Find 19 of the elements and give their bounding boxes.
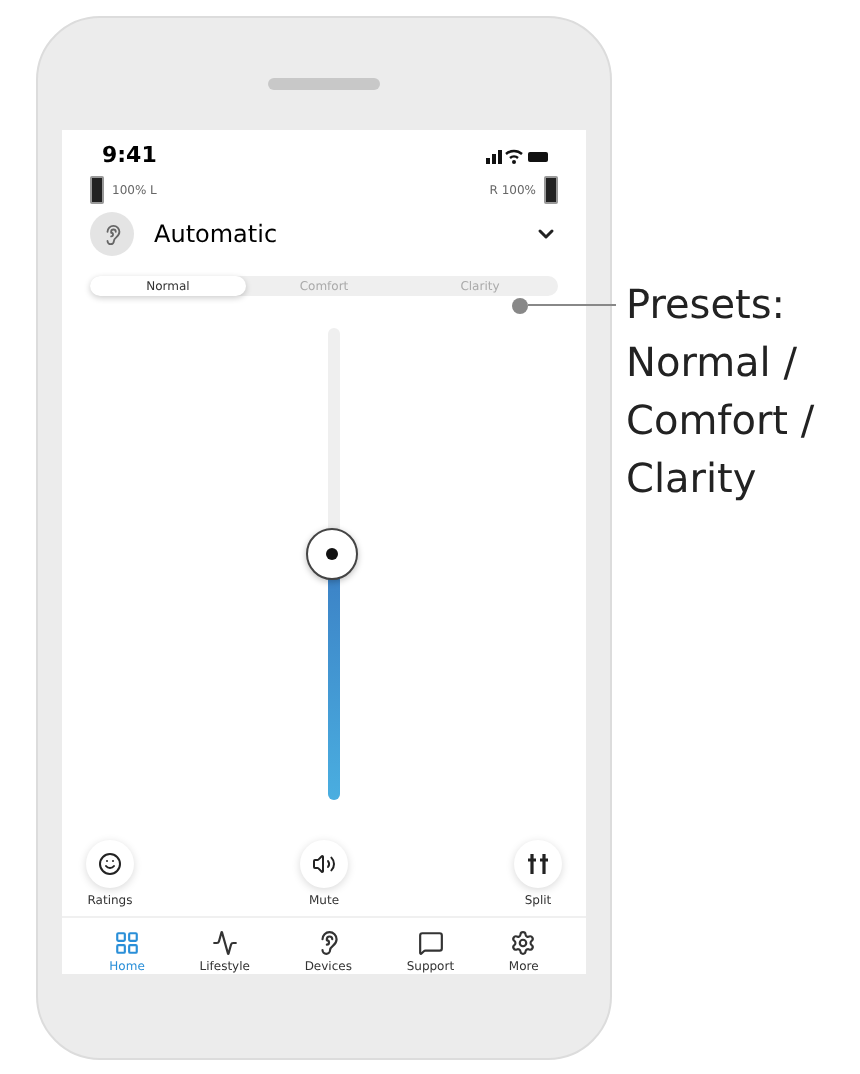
status-icons	[486, 147, 550, 163]
grid-icon	[114, 930, 141, 956]
status-time: 9:41	[102, 142, 157, 168]
settings-icon	[510, 930, 537, 956]
phone-speaker	[268, 78, 380, 90]
sliders-icon	[526, 852, 550, 876]
volume-slider-thumb[interactable]	[306, 528, 358, 581]
ear-icon	[315, 930, 342, 956]
chat-bubble-icon	[417, 930, 444, 956]
annotation-text: Presets: Normal / Comfort / Clarity	[626, 278, 815, 506]
program-name: Automatic	[154, 220, 280, 248]
program-selector[interactable]: Automatic	[62, 204, 586, 256]
speaker-icon	[312, 852, 336, 876]
program-icon	[90, 212, 134, 256]
pulse-icon	[211, 930, 238, 956]
smiley-icon	[98, 852, 122, 876]
battery-icon	[90, 176, 104, 204]
battery-icon	[544, 176, 558, 204]
leader-line	[512, 296, 616, 314]
